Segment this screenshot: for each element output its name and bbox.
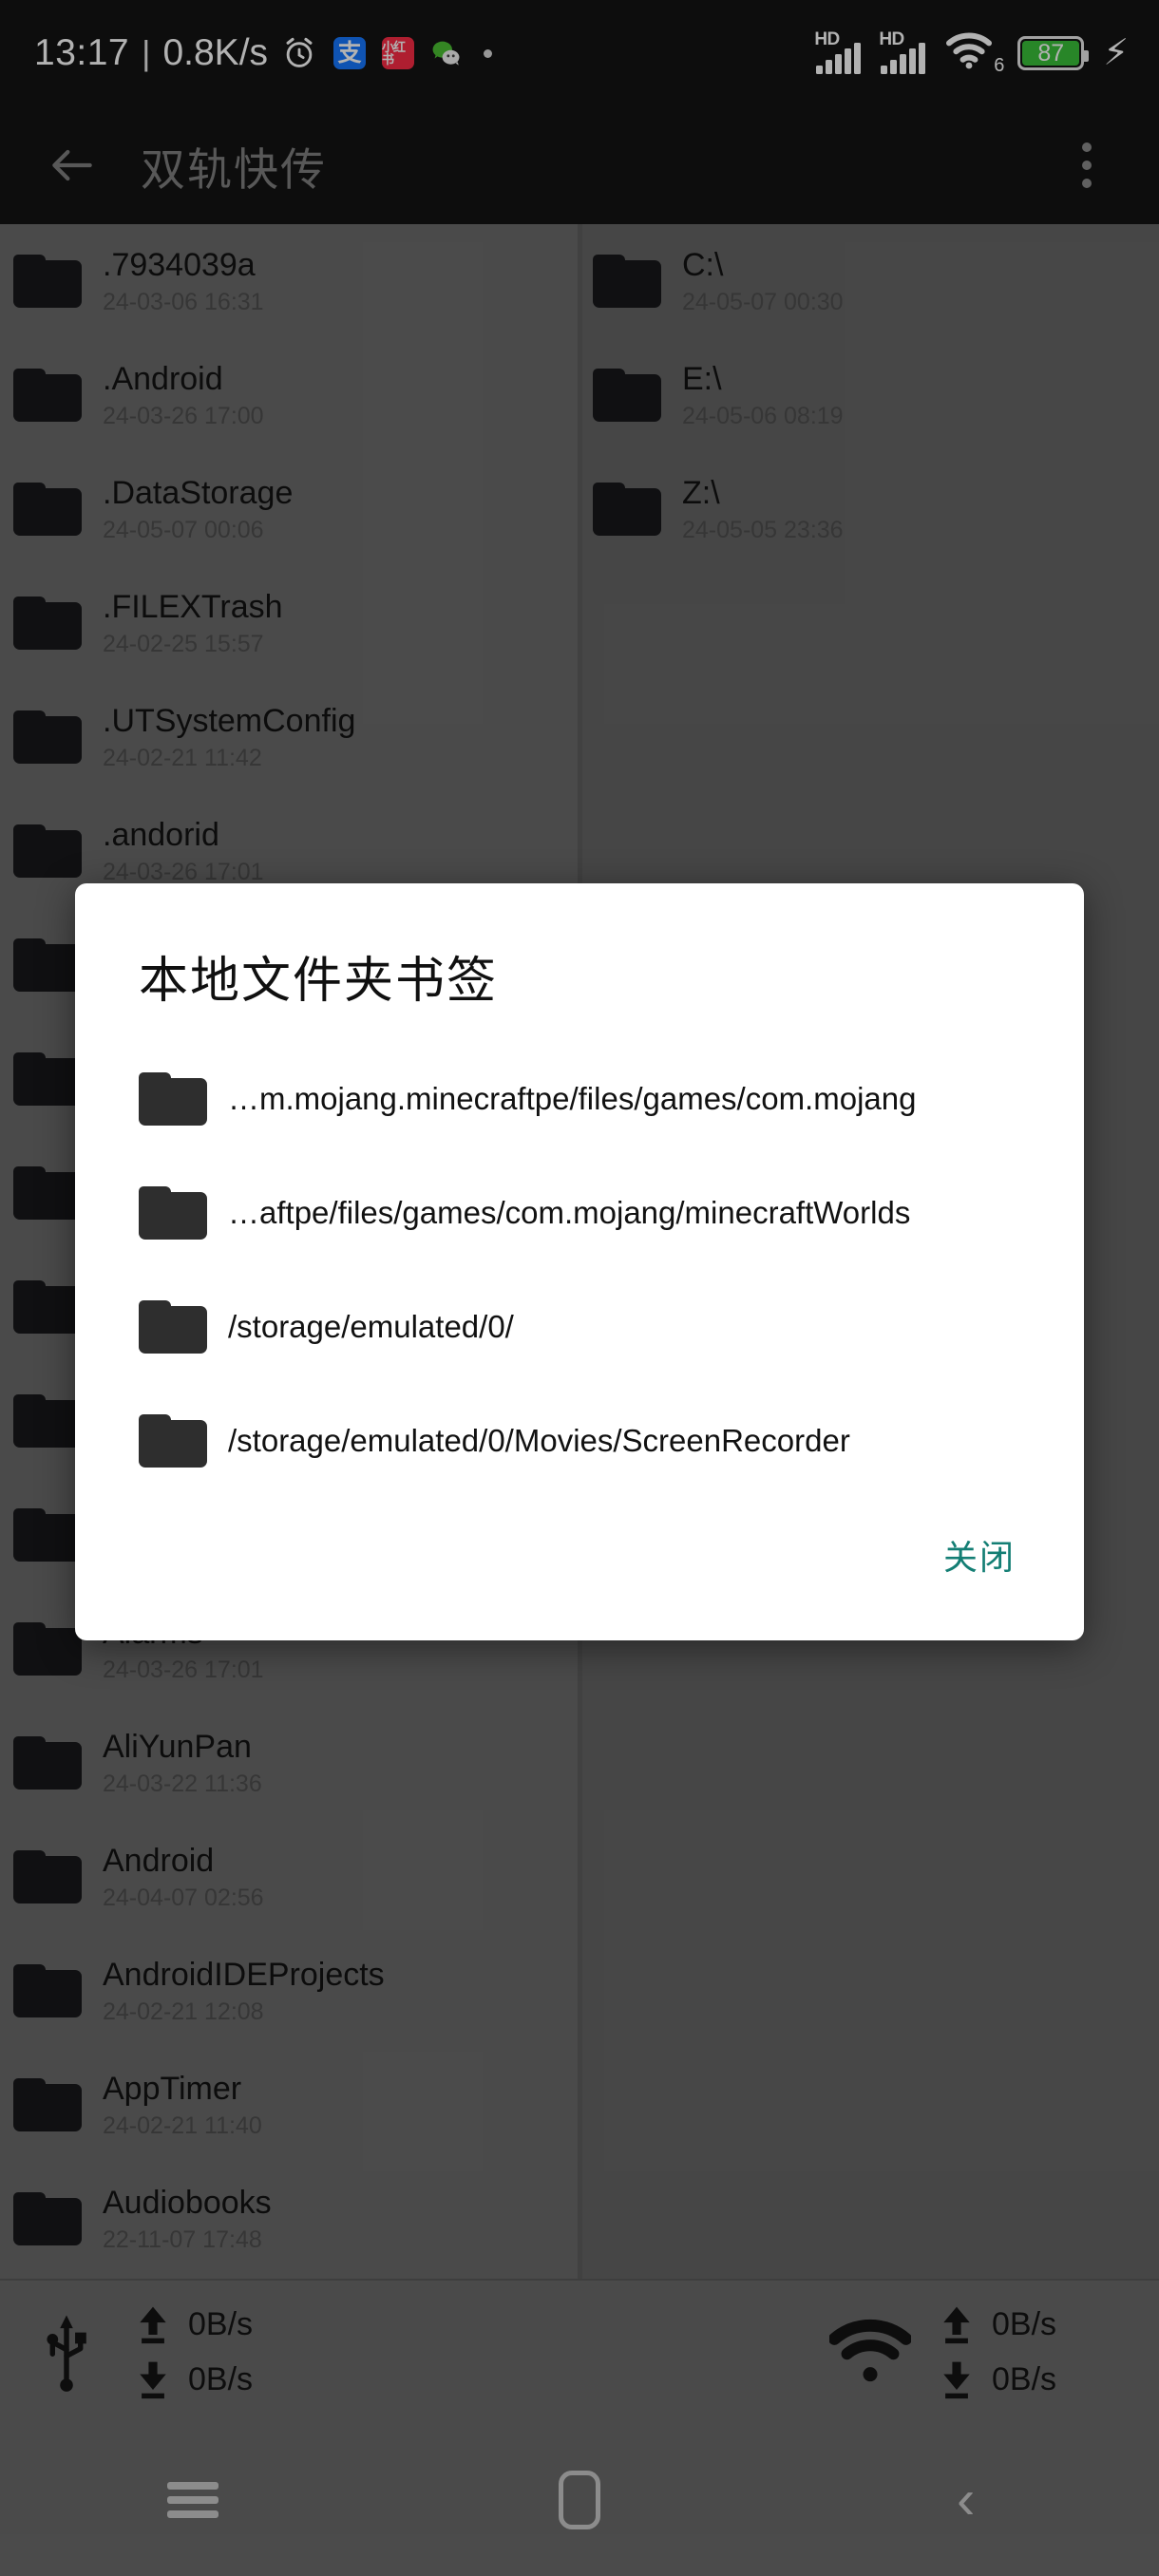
folder-icon <box>139 1072 207 1126</box>
bookmark-label: /storage/emulated/0/ <box>228 1308 514 1344</box>
folder-icon <box>139 1300 207 1354</box>
dialog-actions: 关闭 <box>75 1498 1084 1595</box>
bookmark-list: …m.mojang.minecraftpe/files/games/com.mo… <box>75 1042 1084 1498</box>
bookmarks-dialog: 本地文件夹书签 …m.mojang.minecraftpe/files/game… <box>75 883 1084 1640</box>
folder-icon <box>139 1414 207 1468</box>
bookmark-item[interactable]: /storage/emulated/0/Movies/ScreenRecorde… <box>75 1384 1084 1498</box>
bookmark-label: …m.mojang.minecraftpe/files/games/com.mo… <box>228 1080 917 1116</box>
close-button[interactable]: 关闭 <box>934 1515 1025 1595</box>
bookmark-item[interactable]: …aftpe/files/games/com.mojang/minecraftW… <box>75 1156 1084 1270</box>
bookmark-item[interactable]: …m.mojang.minecraftpe/files/games/com.mo… <box>75 1042 1084 1156</box>
folder-icon <box>139 1186 207 1240</box>
bookmark-label: /storage/emulated/0/Movies/ScreenRecorde… <box>228 1422 850 1458</box>
bookmark-item[interactable]: /storage/emulated/0/ <box>75 1270 1084 1384</box>
dialog-title: 本地文件夹书签 <box>139 954 499 1009</box>
bookmark-label: …aftpe/files/games/com.mojang/minecraftW… <box>228 1194 911 1230</box>
